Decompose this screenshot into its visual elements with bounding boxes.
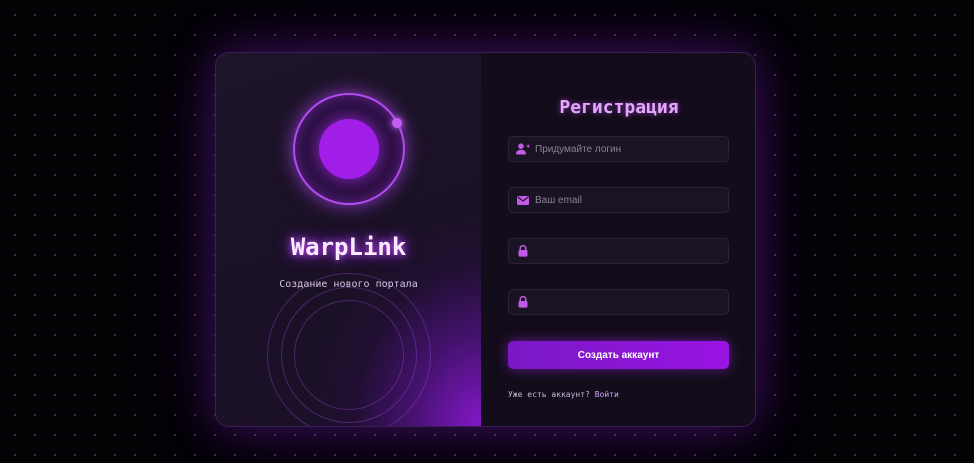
form-title: Регистрация <box>559 97 679 118</box>
create-account-button[interactable]: Создать аккаунт <box>508 341 729 369</box>
portal-logo-core <box>319 119 379 179</box>
confirm-password-input[interactable] <box>535 290 728 314</box>
decorative-ring <box>294 300 404 410</box>
form-panel: Регистрация Придумайте логин Ваш email С… <box>481 53 755 426</box>
lock-icon <box>511 239 535 263</box>
user-plus-icon <box>511 137 535 161</box>
password-field[interactable] <box>508 238 729 264</box>
brand-tagline: Создание нового портала <box>279 279 418 290</box>
password-input[interactable] <box>535 239 728 263</box>
login-link[interactable]: Войти <box>595 390 619 399</box>
login-input[interactable] <box>535 137 728 161</box>
login-prompt-text: Уже есть аккаунт? <box>508 390 590 399</box>
email-input[interactable] <box>535 188 728 212</box>
portal-logo-orbit-dot <box>392 118 402 128</box>
lock-icon <box>511 290 535 314</box>
login-field[interactable] <box>508 136 729 162</box>
envelope-icon <box>511 188 535 212</box>
registration-card: WarpLink Создание нового портала Регистр… <box>215 52 756 427</box>
brand-panel: WarpLink Создание нового портала <box>216 53 481 426</box>
email-field[interactable] <box>508 187 729 213</box>
brand-name: WarpLink <box>290 233 407 261</box>
login-prompt-row: Уже есть аккаунт? Войти <box>508 390 619 399</box>
confirm-password-field[interactable] <box>508 289 729 315</box>
portal-logo-icon <box>293 93 405 205</box>
